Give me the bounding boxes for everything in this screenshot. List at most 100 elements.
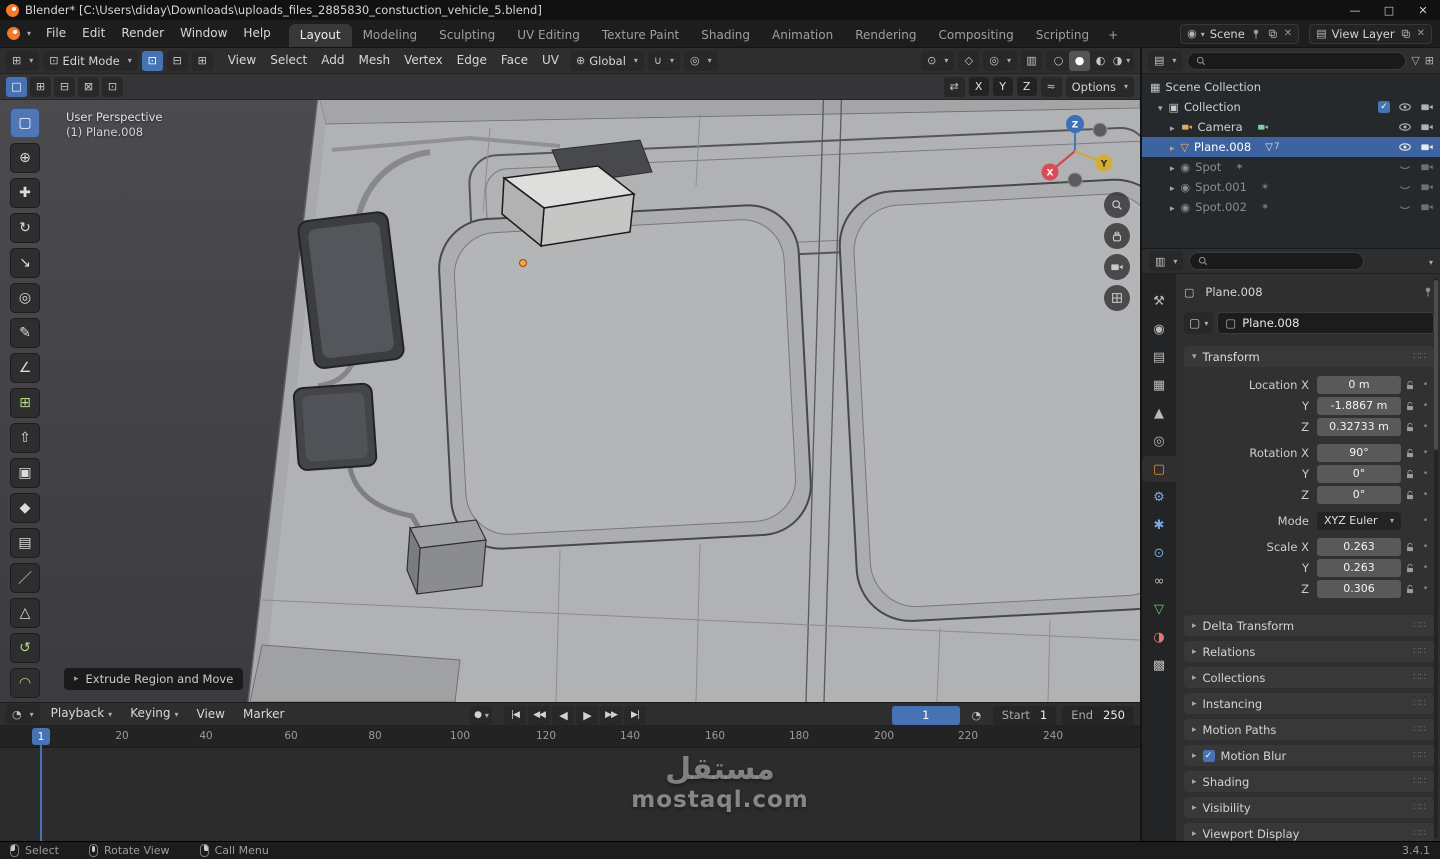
tool-bevel[interactable]: ◆ bbox=[10, 493, 40, 523]
menu-render[interactable]: Render bbox=[113, 20, 172, 47]
outliner-row-camera[interactable]: Camera bbox=[1142, 117, 1440, 137]
tool-transform[interactable]: ◎ bbox=[10, 283, 40, 313]
location-x-field[interactable]: 0 m bbox=[1317, 375, 1401, 394]
hide-eye-icon[interactable] bbox=[1398, 100, 1412, 114]
timeline-ruler[interactable]: 20 40 60 80 100 120 140 160 180 200 220 … bbox=[0, 726, 1140, 748]
menu-select[interactable]: Select bbox=[263, 48, 314, 73]
select-mode-intersect-button[interactable]: ⊡ bbox=[102, 76, 123, 97]
tab-texture-paint[interactable]: Texture Paint bbox=[591, 24, 690, 47]
section-motion-blur[interactable]: ✓ Motion Blur bbox=[1184, 745, 1434, 766]
tab-scene-properties[interactable]: ▲ bbox=[1142, 400, 1176, 426]
menu-edit[interactable]: Edit bbox=[74, 20, 113, 47]
lock-icon[interactable] bbox=[1404, 400, 1416, 412]
select-mode-subtract-button[interactable]: ⊟ bbox=[54, 76, 75, 97]
drag-handle-icon[interactable] bbox=[1413, 776, 1426, 787]
render-visibility-icon[interactable] bbox=[1420, 160, 1434, 174]
lock-icon[interactable] bbox=[1404, 379, 1416, 391]
mirror-x-button[interactable]: X bbox=[968, 77, 989, 96]
drag-handle-icon[interactable] bbox=[1413, 620, 1426, 631]
shading-rendered-button[interactable]: ◑ bbox=[1111, 51, 1132, 71]
render-visibility-icon[interactable] bbox=[1420, 120, 1434, 134]
play-button[interactable]: ▶ bbox=[576, 705, 598, 725]
pin-scene-icon[interactable] bbox=[1250, 28, 1262, 40]
tab-object-properties[interactable]: ▢ bbox=[1142, 456, 1176, 482]
add-workspace-button[interactable]: + bbox=[1100, 24, 1126, 47]
proportional-editing-button[interactable]: ◎ bbox=[684, 50, 718, 71]
pan-hand-button[interactable] bbox=[1104, 223, 1130, 249]
shading-wireframe-button[interactable]: ○ bbox=[1048, 51, 1069, 71]
mode-dropdown[interactable]: ⊡ Edit Mode bbox=[43, 50, 138, 71]
pin-icon[interactable] bbox=[1422, 286, 1434, 298]
menu-uv[interactable]: UV bbox=[535, 48, 566, 73]
scale-y-field[interactable]: 0.263 bbox=[1317, 558, 1401, 577]
drag-handle-icon[interactable] bbox=[1413, 802, 1426, 813]
menu-edge[interactable]: Edge bbox=[450, 48, 494, 73]
rotation-mode-dropdown[interactable]: XYZ Euler bbox=[1317, 511, 1401, 530]
show-gizmo-button[interactable]: ◇ bbox=[958, 50, 980, 71]
render-visibility-icon[interactable] bbox=[1420, 180, 1434, 194]
vertex-select-mode-button[interactable]: ⊡ bbox=[141, 50, 163, 71]
menu-window[interactable]: Window bbox=[172, 20, 235, 47]
select-mode-extend-button[interactable]: ⊞ bbox=[30, 76, 51, 97]
section-relations[interactable]: Relations bbox=[1184, 641, 1434, 662]
transform-orientation-dropdown[interactable]: ⊕ Global bbox=[570, 50, 644, 71]
tab-world-properties[interactable]: ◎ bbox=[1142, 428, 1176, 454]
animate-dot-icon[interactable] bbox=[1419, 422, 1432, 432]
rotation-y-field[interactable]: 0° bbox=[1317, 464, 1401, 483]
zoom-button[interactable] bbox=[1104, 192, 1130, 218]
autokey-button[interactable]: ● bbox=[470, 705, 492, 725]
edge-select-mode-button[interactable]: ⊟ bbox=[166, 50, 188, 71]
minimize-button[interactable]: — bbox=[1338, 0, 1372, 20]
menu-add[interactable]: Add bbox=[314, 48, 351, 73]
tab-animation[interactable]: Animation bbox=[761, 24, 844, 47]
xray-toggle-button[interactable]: ▥ bbox=[1021, 50, 1042, 71]
transform-panel-header[interactable]: Transform bbox=[1184, 346, 1434, 367]
tool-scale[interactable]: ↘ bbox=[10, 248, 40, 278]
menu-timeline-view[interactable]: View bbox=[190, 702, 232, 727]
render-visibility-icon[interactable] bbox=[1420, 140, 1434, 154]
overlays-button[interactable]: ◎ bbox=[983, 50, 1017, 71]
animate-dot-icon[interactable] bbox=[1419, 542, 1432, 552]
hide-eye-closed-icon[interactable] bbox=[1398, 180, 1412, 194]
rotation-x-field[interactable]: 90° bbox=[1317, 443, 1401, 462]
mirror-z-button[interactable]: Z bbox=[1016, 77, 1037, 96]
tool-spin[interactable]: ↺ bbox=[10, 633, 40, 663]
tool-knife[interactable]: ／ bbox=[10, 563, 40, 593]
outliner-row-plane008[interactable]: ▽ Plane.008 ▽ 7 bbox=[1142, 137, 1440, 157]
tool-poly-build[interactable]: △ bbox=[10, 598, 40, 628]
tool-add-cube[interactable]: ⊞ bbox=[10, 388, 40, 418]
tab-compositing[interactable]: Compositing bbox=[927, 24, 1024, 47]
properties-editor-type-button[interactable]: ▥ bbox=[1149, 251, 1184, 271]
drag-handle-icon[interactable] bbox=[1413, 750, 1426, 761]
select-mode-new-button[interactable]: □ bbox=[6, 76, 27, 97]
tool-extrude-region[interactable]: ⇧ bbox=[10, 423, 40, 453]
hide-eye-closed-icon[interactable] bbox=[1398, 160, 1412, 174]
object-type-chip[interactable]: ▢ bbox=[1184, 312, 1214, 334]
tab-modeling[interactable]: Modeling bbox=[352, 24, 429, 47]
play-reverse-button[interactable]: ◀ bbox=[552, 705, 574, 725]
tool-measure[interactable]: ∠ bbox=[10, 353, 40, 383]
expand-caret-icon[interactable] bbox=[1170, 200, 1181, 214]
unlink-scene-icon[interactable]: ✕ bbox=[1284, 28, 1292, 39]
tool-inset-faces[interactable]: ▣ bbox=[10, 458, 40, 488]
tab-shading[interactable]: Shading bbox=[690, 24, 761, 47]
camera-view-button[interactable] bbox=[1104, 254, 1130, 280]
close-button[interactable]: ✕ bbox=[1406, 0, 1440, 20]
tab-scripting[interactable]: Scripting bbox=[1025, 24, 1100, 47]
filter-icon[interactable]: ▽ bbox=[1411, 54, 1419, 67]
outliner-row-collection[interactable]: ▣ Collection ✓ bbox=[1142, 97, 1440, 117]
animate-dot-icon[interactable] bbox=[1419, 448, 1432, 458]
expand-caret-icon[interactable] bbox=[1170, 140, 1181, 154]
tab-modifier-properties[interactable]: ⚙ bbox=[1142, 484, 1176, 510]
menu-keying[interactable]: Keying bbox=[123, 701, 185, 727]
lock-icon[interactable] bbox=[1404, 489, 1416, 501]
properties-search-input[interactable] bbox=[1214, 255, 1357, 267]
animate-dot-icon[interactable] bbox=[1419, 469, 1432, 479]
menu-vertex[interactable]: Vertex bbox=[397, 48, 450, 73]
tool-annotate[interactable]: ✎ bbox=[10, 318, 40, 348]
animate-dot-icon[interactable] bbox=[1419, 584, 1432, 594]
render-visibility-icon[interactable] bbox=[1420, 100, 1434, 114]
tab-render-properties[interactable]: ◉ bbox=[1142, 316, 1176, 342]
face-select-mode-button[interactable]: ⊞ bbox=[191, 50, 213, 71]
shading-material-button[interactable]: ◐ bbox=[1090, 51, 1111, 71]
